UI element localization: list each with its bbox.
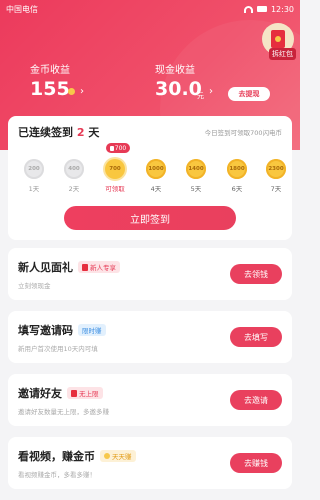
coin-icon: 2300 [266, 159, 286, 179]
task-title: 新人见面礼 [18, 261, 73, 274]
day-label: 1天 [28, 185, 40, 193]
task-desc: 邀请好友数量无上限，多邀多赚 [18, 408, 109, 416]
task-badge: 新人专享 [78, 261, 120, 273]
day-label: 7天 [270, 185, 282, 193]
chevron-right-icon[interactable]: › [80, 86, 84, 97]
task-desc: 看视频赚金币，多看多赚！ [18, 471, 96, 479]
task-title: 邀请好友 [18, 387, 62, 400]
battery-icon [256, 6, 267, 12]
day-label: 4天 [150, 185, 162, 193]
chevron-right-icon[interactable]: › [209, 86, 213, 97]
coin-icon: 200 [24, 159, 44, 179]
coin-icon: 1400 [186, 159, 206, 179]
checkin-tip: 今日签到可领取700闪电币 [204, 129, 282, 137]
checkin-day: 1800 6天 [219, 152, 255, 193]
earn-money-button[interactable]: 去赚钱 [230, 453, 282, 473]
task-card: 看视频，赚金币 天天赚 看视频赚金币，多看多赚！ 去赚钱 [8, 437, 292, 489]
coin-income-value: 155 [30, 78, 70, 100]
cash-unit: 元 [197, 92, 204, 100]
fill-code-button[interactable]: 去填写 [230, 327, 282, 347]
checkin-title: 已连续签到 2 天 [18, 126, 100, 139]
task-card: 填写邀请码 限时赚 新用户首次使用10天内可填 去填写 [8, 311, 292, 363]
coin-icon: 1800 [227, 159, 247, 179]
coin-icon: 400 [64, 159, 84, 179]
day-label: 可领取 [105, 185, 125, 193]
red-packet-label[interactable]: 拆红包 [269, 48, 296, 60]
coin-income-label: 金币收益 [30, 65, 70, 76]
task-desc: 新用户首次使用10天内可填 [18, 345, 98, 353]
task-badge: 限时赚 [78, 324, 106, 336]
checkin-day: 2300 7天 [258, 152, 294, 193]
coin-icon [104, 453, 110, 459]
checkin-day-today[interactable]: 700 可领取 [97, 152, 133, 193]
task-card: 邀请好友 无上限 邀请好友数量无上限，多邀多赚 去邀请 [8, 374, 292, 426]
invite-button[interactable]: 去邀请 [230, 390, 282, 410]
task-badge: 天天赚 [100, 450, 136, 462]
coin-icon: 700 [105, 159, 125, 179]
task-title: 填写邀请码 [18, 324, 73, 337]
red-packet-icon [82, 263, 88, 271]
checkin-day: 400 2天 [56, 152, 92, 193]
checkin-card: 已连续签到 2 天 今日签到可领取700闪电币 700 200 1天 400 2… [8, 116, 292, 240]
day-label: 2天 [68, 185, 80, 193]
checkin-button[interactable]: 立即签到 [64, 206, 236, 230]
cash-income-label: 现金收益 [155, 65, 195, 76]
coin-icon: 1000 [146, 159, 166, 179]
task-desc: 立刻领现金 [18, 282, 51, 290]
task-badge: 无上限 [67, 387, 103, 399]
task-card: 新人见面礼 新人专享 立刻领现金 去领钱 [8, 248, 292, 300]
wifi-icon [243, 5, 253, 13]
withdraw-button[interactable]: 去提现 [228, 87, 270, 101]
coin-icon [68, 88, 75, 95]
red-packet-icon [71, 389, 77, 397]
checkin-day: 1400 5天 [178, 152, 214, 193]
checkin-days: 200 1天 400 2天 700 可领取 1000 4天 1400 5天 18… [8, 152, 292, 202]
day-label: 6天 [231, 185, 243, 193]
clock: 12:30 [270, 4, 294, 14]
cash-income-value: 30.0 [155, 78, 202, 100]
status-bar: 中国电信 12:30 [0, 0, 300, 18]
task-title: 看视频，赚金币 [18, 450, 95, 463]
get-money-button[interactable]: 去领钱 [230, 264, 282, 284]
checkin-day: 200 1天 [16, 152, 52, 193]
red-packet-icon [271, 30, 285, 48]
red-packet-icon [109, 145, 114, 151]
checkin-day: 1000 4天 [138, 152, 174, 193]
carrier-label: 中国电信 [6, 4, 38, 14]
day-label: 5天 [190, 185, 202, 193]
